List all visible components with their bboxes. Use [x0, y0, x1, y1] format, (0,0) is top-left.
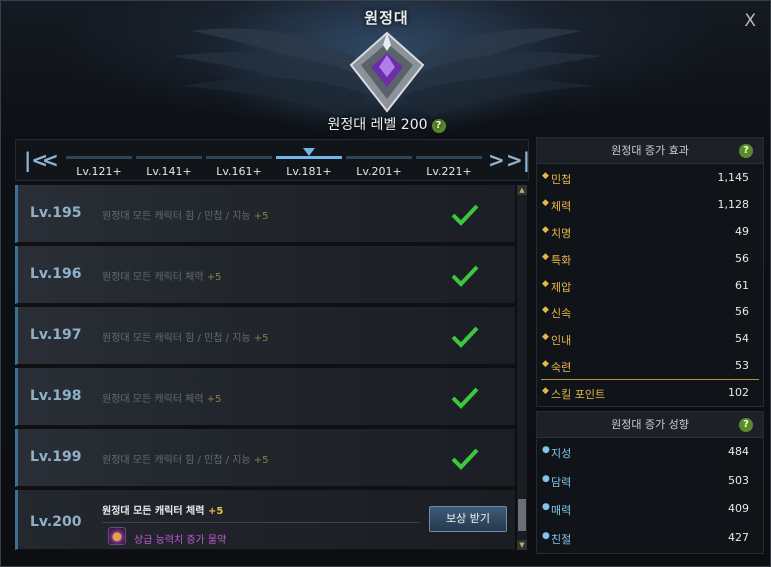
- tab-label: Lv.181+: [286, 165, 332, 178]
- bullet-icon: ◆: [542, 171, 549, 181]
- reward-description: 원정대 모든 캐릭터 체력 +5: [102, 394, 222, 405]
- tab-lv221[interactable]: Lv.221+: [416, 156, 482, 178]
- bullet-icon: ◆: [542, 386, 549, 397]
- stat-row: ◆ 숙련 53: [542, 359, 749, 375]
- level-tab-bar: |< < Lv.121+ Lv.141+ Lv.161+ Lv.181+ Lv.…: [15, 139, 530, 181]
- reward-description: 원정대 모든 캐릭터 체력 +5: [102, 506, 224, 517]
- level-number: Lv.199: [30, 449, 82, 465]
- next-page-button[interactable]: >: [488, 148, 505, 172]
- stat-row: ◆ 체력 1,128: [542, 197, 749, 213]
- divider: [102, 522, 420, 523]
- level-number: Lv.198: [30, 388, 82, 404]
- scroll-up-button[interactable]: ▲: [517, 185, 527, 195]
- active-tab-marker-icon: [303, 148, 315, 156]
- bullet-icon: ●: [542, 445, 550, 455]
- reward-item-name: 상급 능력치 증가 물약: [134, 535, 227, 546]
- tab-lv201[interactable]: Lv.201+: [346, 156, 412, 178]
- stat-row: ● 매력 409: [542, 502, 749, 517]
- reward-description: 원정대 모든 캐릭터 체력 +5: [102, 272, 222, 283]
- level-reward-list: Lv.195 원정대 모든 캐릭터 힘 / 민첩 / 지능 +5 Lv.196 …: [15, 185, 515, 550]
- level-number: Lv.195: [30, 205, 82, 221]
- stat-row: ◆ 특화 56: [542, 251, 749, 267]
- level-number: Lv.200: [30, 514, 82, 530]
- bullet-icon: ◆: [542, 305, 549, 316]
- list-item: Lv.195 원정대 모든 캐릭터 힘 / 민첩 / 지능 +5: [15, 185, 515, 243]
- tab-lv181[interactable]: Lv.181+: [276, 148, 342, 178]
- expedition-emblem-icon: [349, 31, 425, 113]
- panel-title: 원정대 증가 효과: [611, 144, 689, 157]
- tab-lv161[interactable]: Lv.161+: [206, 156, 272, 178]
- panel-header: 원정대 증가 성향 ?: [537, 412, 763, 438]
- bullet-icon: ◆: [542, 251, 549, 262]
- level-number: Lv.197: [30, 327, 82, 343]
- stat-row: ◆ 제압 61: [542, 278, 749, 294]
- last-page-button[interactable]: >|: [506, 148, 530, 172]
- bullet-icon: ◆: [542, 278, 549, 289]
- help-icon[interactable]: ?: [431, 119, 446, 133]
- list-scrollbar[interactable]: ▲ ▼: [517, 185, 527, 550]
- scroll-thumb[interactable]: [518, 499, 526, 531]
- tab-lv141[interactable]: Lv.141+: [136, 156, 202, 178]
- window-title: 원정대: [364, 9, 409, 27]
- tendency-panel: 원정대 증가 성향 ? ● 지성 484 ● 담력 503 ● 매력 409 ● 친절 427: [536, 411, 764, 554]
- bullet-icon: ●: [542, 530, 550, 541]
- stat-row: ◆ 신속 56: [542, 305, 749, 321]
- prev-page-button[interactable]: <: [42, 148, 59, 172]
- list-item: Lv.197 원정대 모든 캐릭터 힘 / 민첩 / 지능 +5: [15, 307, 515, 365]
- level-number: Lv.196: [30, 266, 82, 282]
- help-icon[interactable]: ?: [739, 418, 753, 432]
- bullet-icon: ●: [542, 502, 550, 512]
- bullet-icon: ◆: [542, 224, 549, 235]
- list-item: Lv.198 원정대 모든 캐릭터 체력 +5: [15, 368, 515, 426]
- list-item: Lv.196 원정대 모든 캐릭터 체력 +5: [15, 246, 515, 304]
- reward-description: 원정대 모든 캐릭터 힘 / 민첩 / 지능 +5: [102, 333, 269, 344]
- reward-description: 원정대 모든 캐릭터 힘 / 민첩 / 지능 +5: [102, 455, 269, 466]
- list-item: Lv.199 원정대 모든 캐릭터 힘 / 민첩 / 지능 +5: [15, 429, 515, 487]
- stat-row: ● 담력 503: [542, 473, 749, 489]
- effects-panel: 원정대 증가 효과 ? ◆ 민첩 1,145 ◆ 체력 1,128 ◆ 치명 49 ◆ 특화 5…: [536, 137, 764, 407]
- divider: [541, 379, 759, 381]
- close-button[interactable]: X: [744, 11, 756, 31]
- scroll-down-button[interactable]: ▼: [517, 540, 527, 550]
- bullet-icon: ◆: [542, 197, 549, 208]
- check-icon: [451, 204, 479, 226]
- tab-lv121[interactable]: Lv.121+: [66, 156, 132, 178]
- expedition-level: 원정대 레벨 200?: [1, 114, 770, 134]
- expedition-window: 원정대 X 원정대 레벨 200? |< < Lv.121+ Lv.141+ L…: [0, 0, 771, 567]
- help-icon[interactable]: ?: [739, 144, 753, 158]
- check-icon: [451, 326, 479, 348]
- stat-row: ● 친절 427: [542, 530, 749, 546]
- stat-row: ◆ 민첩 1,145: [542, 171, 749, 186]
- stat-row: ● 지성 484: [542, 445, 749, 460]
- stat-row: ◆ 치명 49: [542, 224, 749, 240]
- panel-title: 원정대 증가 성향: [611, 418, 689, 431]
- panel-header: 원정대 증가 효과 ?: [537, 138, 763, 164]
- check-icon: [451, 387, 479, 409]
- claim-reward-button[interactable]: 보상 받기: [429, 506, 507, 532]
- check-icon: [451, 448, 479, 470]
- bullet-icon: ◆: [542, 359, 549, 370]
- potion-icon: [108, 527, 126, 545]
- stat-row-skill-points: ◆ 스킬 포인트 102: [537, 379, 763, 406]
- level-label: 원정대 레벨 200: [327, 117, 428, 133]
- bullet-icon: ●: [542, 473, 550, 484]
- stat-row: ◆ 인내 54: [542, 332, 749, 348]
- reward-description: 원정대 모든 캐릭터 힘 / 민첩 / 지능 +5: [102, 211, 269, 222]
- bullet-icon: ◆: [542, 332, 549, 343]
- check-icon: [451, 265, 479, 287]
- list-item-current: Lv.200 원정대 모든 캐릭터 체력 +5 상급 능력치 증가 물약 보상 …: [15, 490, 515, 550]
